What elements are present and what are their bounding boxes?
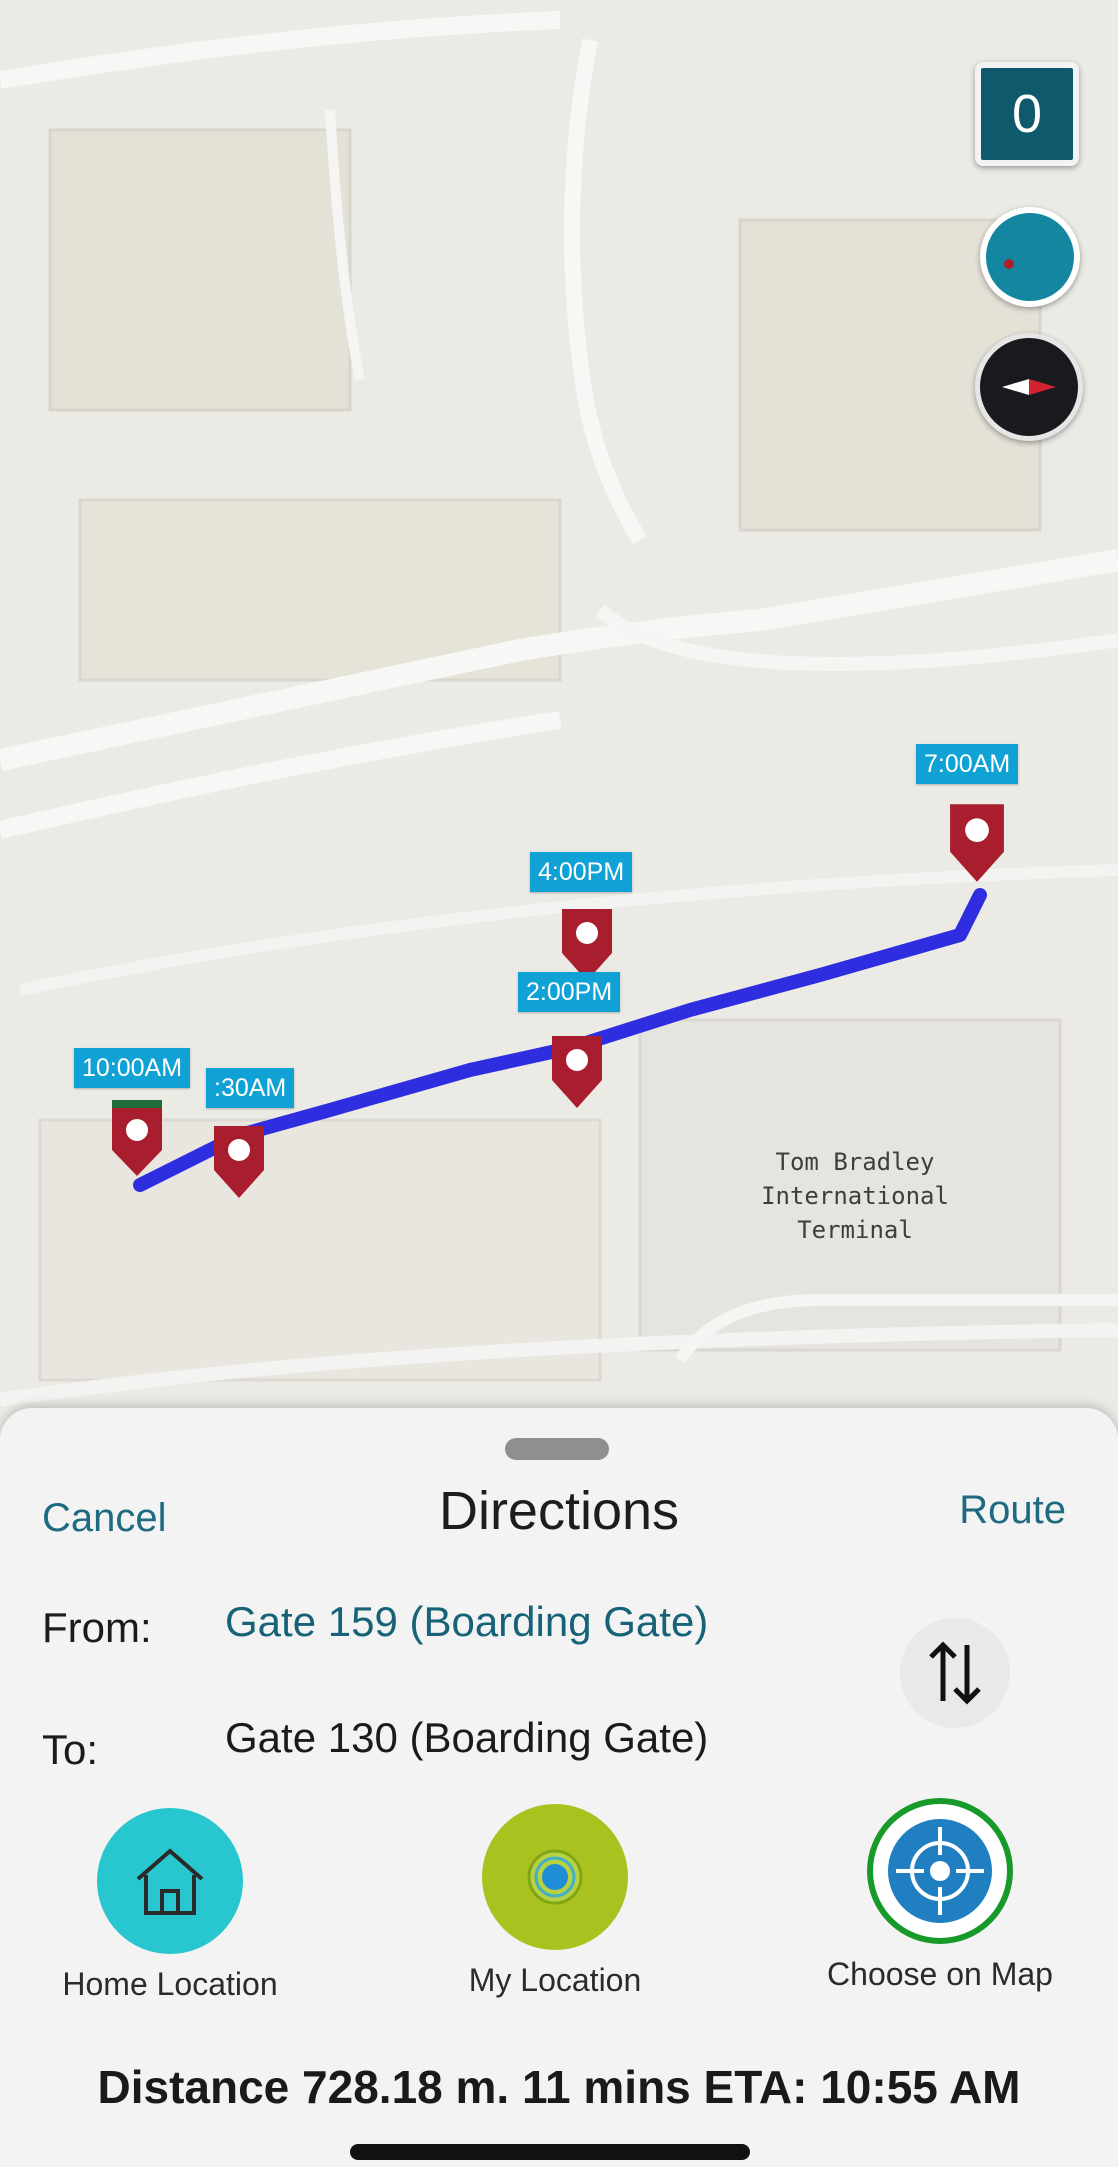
route-pin[interactable] [210,1122,268,1200]
cancel-button[interactable]: Cancel [42,1496,167,1541]
route-button[interactable]: Route [959,1488,1066,1533]
swap-arrows-icon [929,1641,981,1705]
to-field[interactable]: Gate 130 (Boarding Gate) [225,1714,708,1762]
location-toggle-button[interactable] [980,207,1080,307]
time-label: 4:00PM [530,852,633,892]
to-label: To: [42,1726,99,1773]
floor-selector-button[interactable]: 0 [975,62,1079,166]
crosshair-icon [867,1798,1013,1944]
from-field[interactable]: Gate 159 (Boarding Gate) [225,1598,708,1646]
my-location-icon [482,1804,628,1950]
home-indicator[interactable] [350,2144,750,2160]
from-label: From: [42,1604,152,1651]
floor-level: 0 [1011,84,1043,144]
route-pin[interactable] [108,1100,166,1178]
home-location-label: Home Location [62,1966,278,2002]
home-location-button[interactable]: Home Location [40,1808,300,2003]
choose-on-map-label: Choose on Map [827,1956,1053,1992]
map-view[interactable]: 7:00AM 4:00PM 2:00PM 10:00AM :30AM Tom B… [0,0,1118,1440]
my-location-label: My Location [468,1962,642,1998]
compass-button[interactable] [975,333,1083,441]
terminal-label: Tom Bradley International Terminal [761,1148,949,1244]
time-label: 2:00PM [518,972,621,1012]
home-icon [97,1808,243,1954]
time-label: :30AM [206,1068,295,1108]
route-pin[interactable] [548,1032,606,1110]
sheet-title: Directions [438,1481,680,1541]
swap-button[interactable] [900,1618,1010,1728]
location-dot-icon [1004,259,1014,269]
route-pin[interactable] [945,800,1009,884]
route-summary: Distance 728.18 m. 11 mins ETA: 10:55 AM [97,2061,1021,2113]
compass-icon [1002,379,1056,395]
directions-sheet: Directions Cancel Route From: Gate 159 (… [0,1408,1118,2167]
time-label: 7:00AM [916,744,1019,784]
time-label: 10:00AM [74,1048,191,1088]
my-location-button[interactable]: My Location [425,1804,685,1999]
choose-on-map-button[interactable]: Choose on Map [800,1798,1080,1993]
sheet-drag-handle[interactable] [505,1438,609,1460]
